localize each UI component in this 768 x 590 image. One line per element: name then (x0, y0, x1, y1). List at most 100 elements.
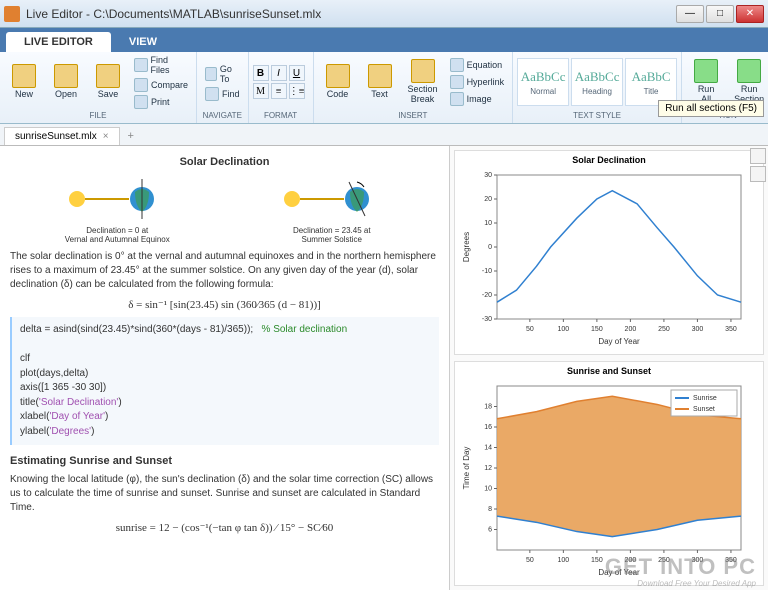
find-icon (205, 87, 219, 101)
svg-text:8: 8 (488, 506, 492, 513)
svg-text:10: 10 (484, 220, 492, 227)
chart-solar-declination[interactable]: Solar Declination 50100150200250300350-3… (454, 150, 764, 355)
svg-text:150: 150 (591, 557, 603, 564)
app-icon (4, 6, 20, 22)
svg-text:30: 30 (484, 172, 492, 179)
output-pane: Solar Declination 50100150200250300350-3… (450, 146, 768, 590)
goto-button[interactable]: Go To (201, 63, 244, 85)
svg-text:Day of Year: Day of Year (598, 337, 640, 346)
ribbon-group-text-style: AaBbCcNormal AaBbCcHeading AaBbCTitle TE… (513, 52, 682, 123)
open-button[interactable]: Open (46, 62, 86, 102)
heading-sunrise-sunset: Estimating Sunrise and Sunset (10, 455, 439, 467)
save-button[interactable]: Save (88, 62, 128, 102)
find-button[interactable]: Find (201, 86, 244, 102)
section-break-button[interactable]: Section Break (402, 57, 444, 107)
style-heading[interactable]: AaBbCcHeading (571, 58, 623, 106)
equinox-diagram (57, 174, 177, 224)
insert-code-button[interactable]: Code (318, 62, 358, 102)
svg-text:16: 16 (484, 424, 492, 431)
tab-live-editor[interactable]: LIVE EDITOR (6, 32, 111, 52)
code-icon (326, 64, 350, 88)
text-icon (368, 64, 392, 88)
new-button[interactable]: New (4, 62, 44, 102)
bullet-list-button[interactable]: ≡ (271, 83, 287, 99)
goto-icon (205, 67, 217, 81)
save-icon (96, 64, 120, 88)
svg-text:-30: -30 (482, 316, 492, 323)
heading-solar-declination: Solar Declination (10, 156, 439, 168)
compare-button[interactable]: Compare (130, 77, 192, 93)
mono-button[interactable]: M (253, 83, 269, 99)
svg-text:Time of Day: Time of Day (462, 447, 471, 490)
play-icon (694, 59, 718, 83)
document-tabs: sunriseSunset.mlx × + (0, 124, 768, 146)
close-button[interactable]: ✕ (736, 5, 764, 23)
print-button[interactable]: Print (130, 94, 192, 110)
link-icon (450, 75, 464, 89)
svg-text:Sunrise: Sunrise (693, 395, 717, 402)
ribbon-group-format: B I U M ≡ ⋮≡ FORMAT (249, 52, 314, 123)
editor-pane[interactable]: Solar Declination Declination = 0 at Ver… (0, 146, 450, 590)
chart-svg-1: 50100150200250300350-30-20-100102030Day … (459, 167, 749, 347)
doc-tab-active[interactable]: sunriseSunset.mlx × (4, 127, 120, 145)
ribbon-group-insert: Code Text Section Break Equation Hyperli… (314, 52, 514, 123)
svg-text:20: 20 (484, 196, 492, 203)
insert-text-button[interactable]: Text (360, 62, 400, 102)
ribbon-group-navigate: Go To Find NAVIGATE (197, 52, 249, 123)
svg-text:12: 12 (484, 465, 492, 472)
svg-text:-10: -10 (482, 268, 492, 275)
maximize-button[interactable]: □ (706, 5, 734, 23)
number-list-button[interactable]: ⋮≡ (289, 83, 305, 99)
print-icon (134, 95, 148, 109)
layout-toggle-icon[interactable] (750, 148, 766, 164)
svg-text:Day of Year: Day of Year (598, 568, 640, 577)
titlebar: Live Editor - C:\Documents\MATLAB\sunris… (0, 0, 768, 28)
ribbon-group-file: New Open Save Find Files Compare Print F… (0, 52, 197, 123)
equation-button[interactable]: Equation (446, 57, 509, 73)
svg-text:18: 18 (484, 404, 492, 411)
svg-text:6: 6 (488, 527, 492, 534)
italic-button[interactable]: I (271, 65, 287, 81)
close-icon[interactable]: × (103, 131, 109, 142)
find-files-icon (134, 58, 148, 72)
output-menu-icon[interactable] (750, 166, 766, 182)
minimize-button[interactable]: — (676, 5, 704, 23)
svg-text:250: 250 (658, 326, 670, 333)
ribbon: New Open Save Find Files Compare Print F… (0, 52, 768, 124)
window-title: Live Editor - C:\Documents\MATLAB\sunris… (26, 7, 676, 21)
chart-svg-2: 50100150200250300350681012141618Day of Y… (459, 378, 749, 578)
run-all-tooltip: Run all sections (F5) (658, 100, 764, 117)
svg-text:250: 250 (658, 557, 670, 564)
formula-declination: δ = sin⁻¹ [sin(23.45) sin (360⁄365 (d − … (10, 298, 439, 311)
style-title[interactable]: AaBbCTitle (625, 58, 677, 106)
underline-button[interactable]: U (289, 65, 305, 81)
paragraph-sunrise: Knowing the local latitude (φ), the sun'… (10, 473, 439, 515)
svg-text:50: 50 (526, 326, 534, 333)
chart-sunrise-sunset[interactable]: Sunrise and Sunset 501001502002503003506… (454, 361, 764, 586)
svg-text:50: 50 (526, 557, 534, 564)
image-button[interactable]: Image (446, 91, 509, 107)
open-icon (54, 64, 78, 88)
svg-text:350: 350 (725, 557, 737, 564)
find-files-button[interactable]: Find Files (130, 54, 192, 76)
hyperlink-button[interactable]: Hyperlink (446, 74, 509, 90)
section-break-icon (411, 59, 435, 83)
svg-text:Degrees: Degrees (462, 232, 471, 262)
svg-text:350: 350 (725, 326, 737, 333)
style-normal[interactable]: AaBbCcNormal (517, 58, 569, 106)
new-icon (12, 64, 36, 88)
image-icon (450, 92, 464, 106)
paragraph-declination: The solar declination is 0° at the verna… (10, 250, 439, 292)
bold-button[interactable]: B (253, 65, 269, 81)
ribbon-tabs: LIVE EDITOR VIEW (0, 28, 768, 52)
code-block[interactable]: delta = asind(sind(23.45)*sind(360*(days… (10, 317, 439, 445)
sigma-icon (450, 58, 464, 72)
add-tab-button[interactable]: + (120, 127, 142, 145)
svg-text:Sunset: Sunset (693, 406, 715, 413)
formula-sunrise: sunrise = 12 − (cos⁻¹(−tan φ tan δ)) ⁄ 1… (10, 521, 439, 534)
tab-view[interactable]: VIEW (111, 32, 175, 52)
main-split: Solar Declination Declination = 0 at Ver… (0, 146, 768, 590)
svg-text:300: 300 (692, 326, 704, 333)
svg-text:14: 14 (484, 445, 492, 452)
play-section-icon (737, 59, 761, 83)
